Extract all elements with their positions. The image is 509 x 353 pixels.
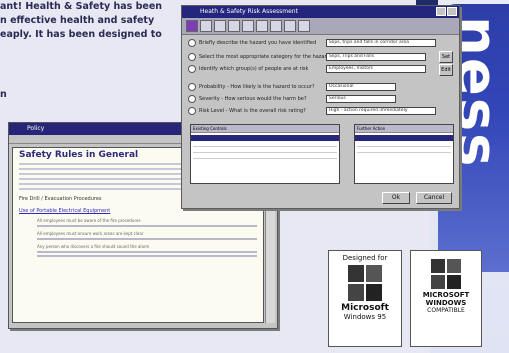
text-line — [37, 238, 257, 240]
question-row[interactable]: Briefly describe the hazard you have ide… — [188, 38, 316, 48]
radio-icon[interactable] — [188, 95, 196, 103]
toolbar-button[interactable] — [284, 20, 296, 32]
actions-list[interactable]: Further Action — [354, 124, 454, 184]
people-field[interactable]: Employees, Visitors — [326, 65, 426, 73]
question-label: Identify which group(s) of people are at… — [199, 66, 309, 72]
hazard-field[interactable]: Slips, trips and falls in corridor area — [326, 39, 436, 47]
list-item[interactable] — [357, 146, 451, 147]
bullet-text: Any person who discovers a fire should s… — [37, 244, 150, 249]
radio-icon[interactable] — [188, 53, 196, 61]
ok-button[interactable]: Ok — [382, 192, 410, 204]
question-label: Severity - How serious would the harm be… — [199, 96, 307, 102]
bullet-text: All employees must be aware of the fire … — [37, 218, 141, 223]
policy-bullet: All employees must be aware of the fire … — [37, 218, 257, 227]
question-row[interactable]: Identify which group(s) of people are at… — [188, 64, 308, 74]
list-item[interactable] — [193, 158, 337, 159]
logo-product: Windows 95 — [343, 313, 387, 321]
toolbar-button[interactable] — [186, 20, 198, 32]
policy-bullet: Any person who discovers a fire should s… — [37, 244, 257, 257]
severity-field[interactable]: Serious — [326, 95, 396, 103]
list-item[interactable] — [193, 146, 337, 147]
toolbar-button[interactable] — [270, 20, 282, 32]
close-button[interactable] — [447, 7, 457, 16]
dialog-titlebar[interactable]: Heath & Safety Risk Assessment — [182, 6, 459, 18]
policy-bullet: All employees must ensure work areas are… — [37, 231, 257, 240]
list-item[interactable] — [191, 135, 339, 141]
list-header: Further Action — [355, 125, 453, 133]
risk-field[interactable]: High - action required immediately — [326, 107, 436, 115]
intro-lone-char: n — [0, 89, 7, 100]
toolbar-button[interactable] — [200, 20, 212, 32]
set-button[interactable]: Set — [439, 51, 453, 63]
toolbar-button[interactable] — [228, 20, 240, 32]
toolbar-button[interactable] — [256, 20, 268, 32]
controls-list[interactable]: Existing Controls — [190, 124, 340, 184]
category-field[interactable]: Slips, Trips and Falls — [326, 53, 426, 61]
intro-line: ant! Health & Safety has been — [0, 1, 163, 12]
intro-text: ant! Health & Safety has been n effectiv… — [0, 0, 205, 100]
question-row[interactable]: Probability - How likely is the hazard t… — [188, 82, 315, 92]
cancel-button[interactable]: Cancel — [416, 192, 452, 204]
assessment-dialog: Heath & Safety Risk Assessment Briefly d… — [181, 5, 460, 209]
question-row[interactable]: Select the most appropriate category for… — [188, 52, 330, 62]
question-label: Risk Level - What is the overall risk ra… — [199, 108, 306, 114]
list-item[interactable] — [355, 135, 453, 141]
list-item[interactable] — [357, 152, 451, 153]
text-line — [37, 251, 257, 253]
windows-flag-icon — [431, 259, 461, 289]
edit-button[interactable]: Edit — [439, 64, 453, 76]
toolbar-button[interactable] — [214, 20, 226, 32]
radio-icon[interactable] — [188, 107, 196, 115]
windows-compatible-logo: MICROSOFT WINDOWS COMPATIBLE — [410, 250, 482, 347]
question-row[interactable]: Risk Level - What is the overall risk ra… — [188, 106, 306, 116]
windows95-logo: Designed for Microsoft Windows 95 — [328, 250, 402, 347]
probability-field[interactable]: Occasional — [326, 83, 396, 91]
list-header: Existing Controls — [191, 125, 339, 133]
question-label: Briefly describe the hazard you have ide… — [199, 40, 317, 46]
dialog-title: Heath & Safety Risk Assessment — [200, 8, 298, 15]
logo-line: COMPATIBLE — [427, 307, 465, 314]
radio-icon[interactable] — [188, 39, 196, 47]
logo-line: MICROSOFT — [422, 291, 470, 299]
question-row[interactable]: Severity - How serious would the harm be… — [188, 94, 307, 104]
minimize-button[interactable] — [436, 7, 446, 16]
logo-line: WINDOWS — [425, 299, 467, 307]
toolbar-button[interactable] — [298, 20, 310, 32]
radio-icon[interactable] — [188, 83, 196, 91]
windows-flag-icon — [348, 265, 382, 301]
text-line — [37, 255, 257, 257]
radio-icon[interactable] — [188, 65, 196, 73]
intro-line: n effective health and safety — [0, 15, 155, 26]
list-item[interactable] — [193, 152, 337, 153]
logo-brand: Microsoft — [341, 303, 389, 313]
policy-title: Policy — [27, 125, 45, 132]
logo-tagline: Designed for — [342, 254, 388, 262]
intro-line: eaply. It has been designed to — [0, 29, 162, 40]
question-label: Probability - How likely is the hazard t… — [199, 84, 315, 90]
toolbar-button[interactable] — [242, 20, 254, 32]
bullet-text: All employees must ensure work areas are… — [37, 231, 144, 236]
text-line — [37, 225, 257, 227]
question-label: Select the most appropriate category for… — [199, 54, 330, 60]
dialog-toolbar — [182, 18, 459, 35]
